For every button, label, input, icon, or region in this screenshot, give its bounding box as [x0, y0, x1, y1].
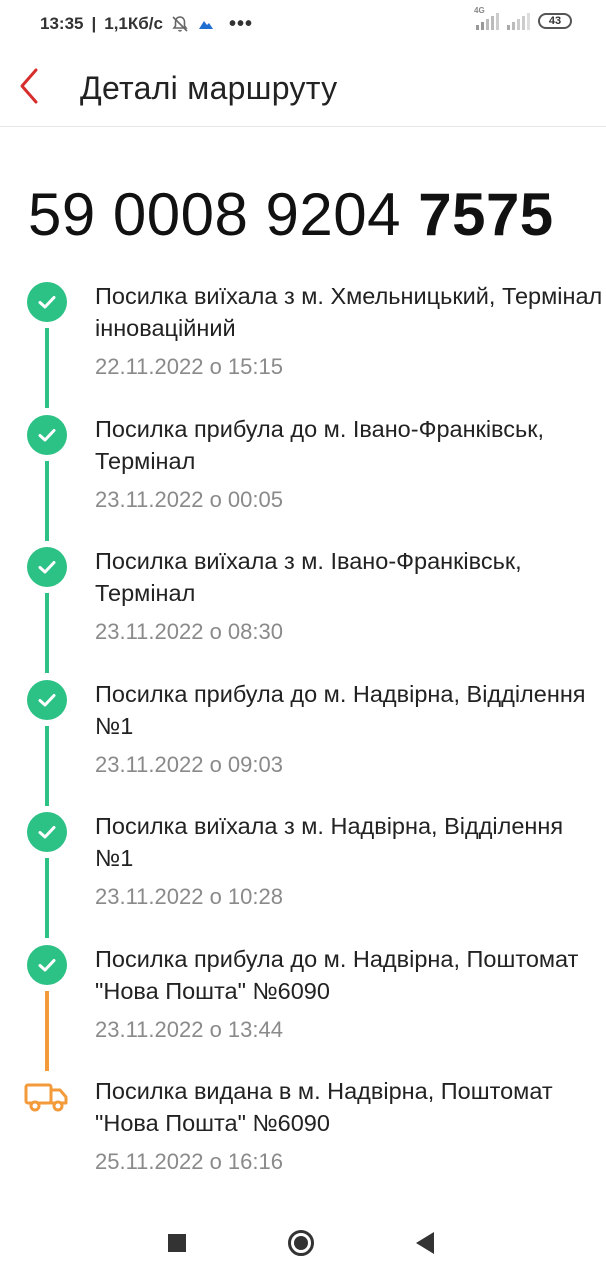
event-description: Посилка виїхала з м. Надвірна, Відділенн…	[95, 813, 564, 871]
event-date: 23.11.2022 о 08:30	[95, 619, 283, 644]
back-icon[interactable]	[416, 1232, 434, 1254]
timeline-connector	[45, 328, 49, 408]
status-right: 4G 43	[474, 6, 572, 30]
timeline-connector	[45, 726, 49, 806]
timeline-connector	[45, 461, 49, 541]
status-sep: |	[91, 14, 97, 33]
truck-icon	[24, 1079, 70, 1113]
check-circle-icon	[27, 945, 67, 985]
timeline-connector	[45, 991, 49, 1071]
tracking-prefix: 59 0008 9204	[28, 181, 419, 248]
event-date: 25.11.2022 о 16:16	[95, 1149, 283, 1174]
status-left: 13:35 | 1,1Кб/с •••	[40, 14, 253, 34]
check-circle-icon	[27, 680, 67, 720]
event-date: 22.11.2022 о 15:15	[95, 354, 283, 379]
event-description: Посилка прибула до м. Надвірна, Поштомат…	[95, 946, 579, 1004]
nav-bar	[0, 1210, 606, 1280]
tracking-number: 59 0008 9204 7575	[28, 180, 554, 249]
event-description: Посилка виїхала з м. Івано-Франківськ, Т…	[95, 548, 522, 606]
mute-icon	[172, 16, 188, 32]
event-date: 23.11.2022 о 10:28	[95, 884, 283, 909]
check-circle-icon	[27, 812, 67, 852]
timeline-connector	[45, 858, 49, 938]
battery-icon: 43	[538, 13, 572, 29]
battery-level: 43	[548, 15, 562, 27]
check-circle-icon	[27, 415, 67, 455]
event-date: 23.11.2022 о 13:44	[95, 1017, 283, 1042]
recent-apps-icon[interactable]	[168, 1234, 186, 1252]
event-description: Посилка прибула до м. Надвірна, Відділен…	[95, 681, 586, 739]
signal-icon-2	[507, 12, 530, 30]
event-date: 23.11.2022 о 00:05	[95, 487, 283, 512]
status-speed: 1,1Кб/с	[104, 14, 163, 33]
chevron-left-icon	[20, 68, 38, 104]
event-description: Посилка видана в м. Надвірна, Поштомат "…	[95, 1078, 553, 1136]
more-dots-icon: •••	[228, 13, 253, 35]
network-label: 4G	[474, 6, 485, 15]
tracking-suffix: 7575	[418, 181, 554, 248]
home-icon-inner	[294, 1236, 308, 1250]
timeline-connector	[45, 593, 49, 673]
check-circle-icon	[27, 547, 67, 587]
cloud-icon	[198, 21, 213, 29]
status-bar: 13:35 | 1,1Кб/с ••• 4G 43	[0, 0, 606, 50]
home-icon[interactable]	[288, 1230, 314, 1256]
page-title: Деталі маршруту	[80, 70, 338, 106]
event-description: Посилка прибула до м. Івано-Франківськ, …	[95, 416, 545, 474]
signal-icon: 4G	[474, 6, 499, 30]
status-time: 13:35	[40, 14, 84, 33]
app-header: Деталі маршруту	[0, 50, 606, 127]
back-button[interactable]	[16, 66, 48, 106]
check-circle-icon	[27, 282, 67, 322]
event-description: Посилка виїхала з м. Хмельницький, Термі…	[95, 283, 603, 341]
event-date: 23.11.2022 о 09:03	[95, 752, 283, 777]
